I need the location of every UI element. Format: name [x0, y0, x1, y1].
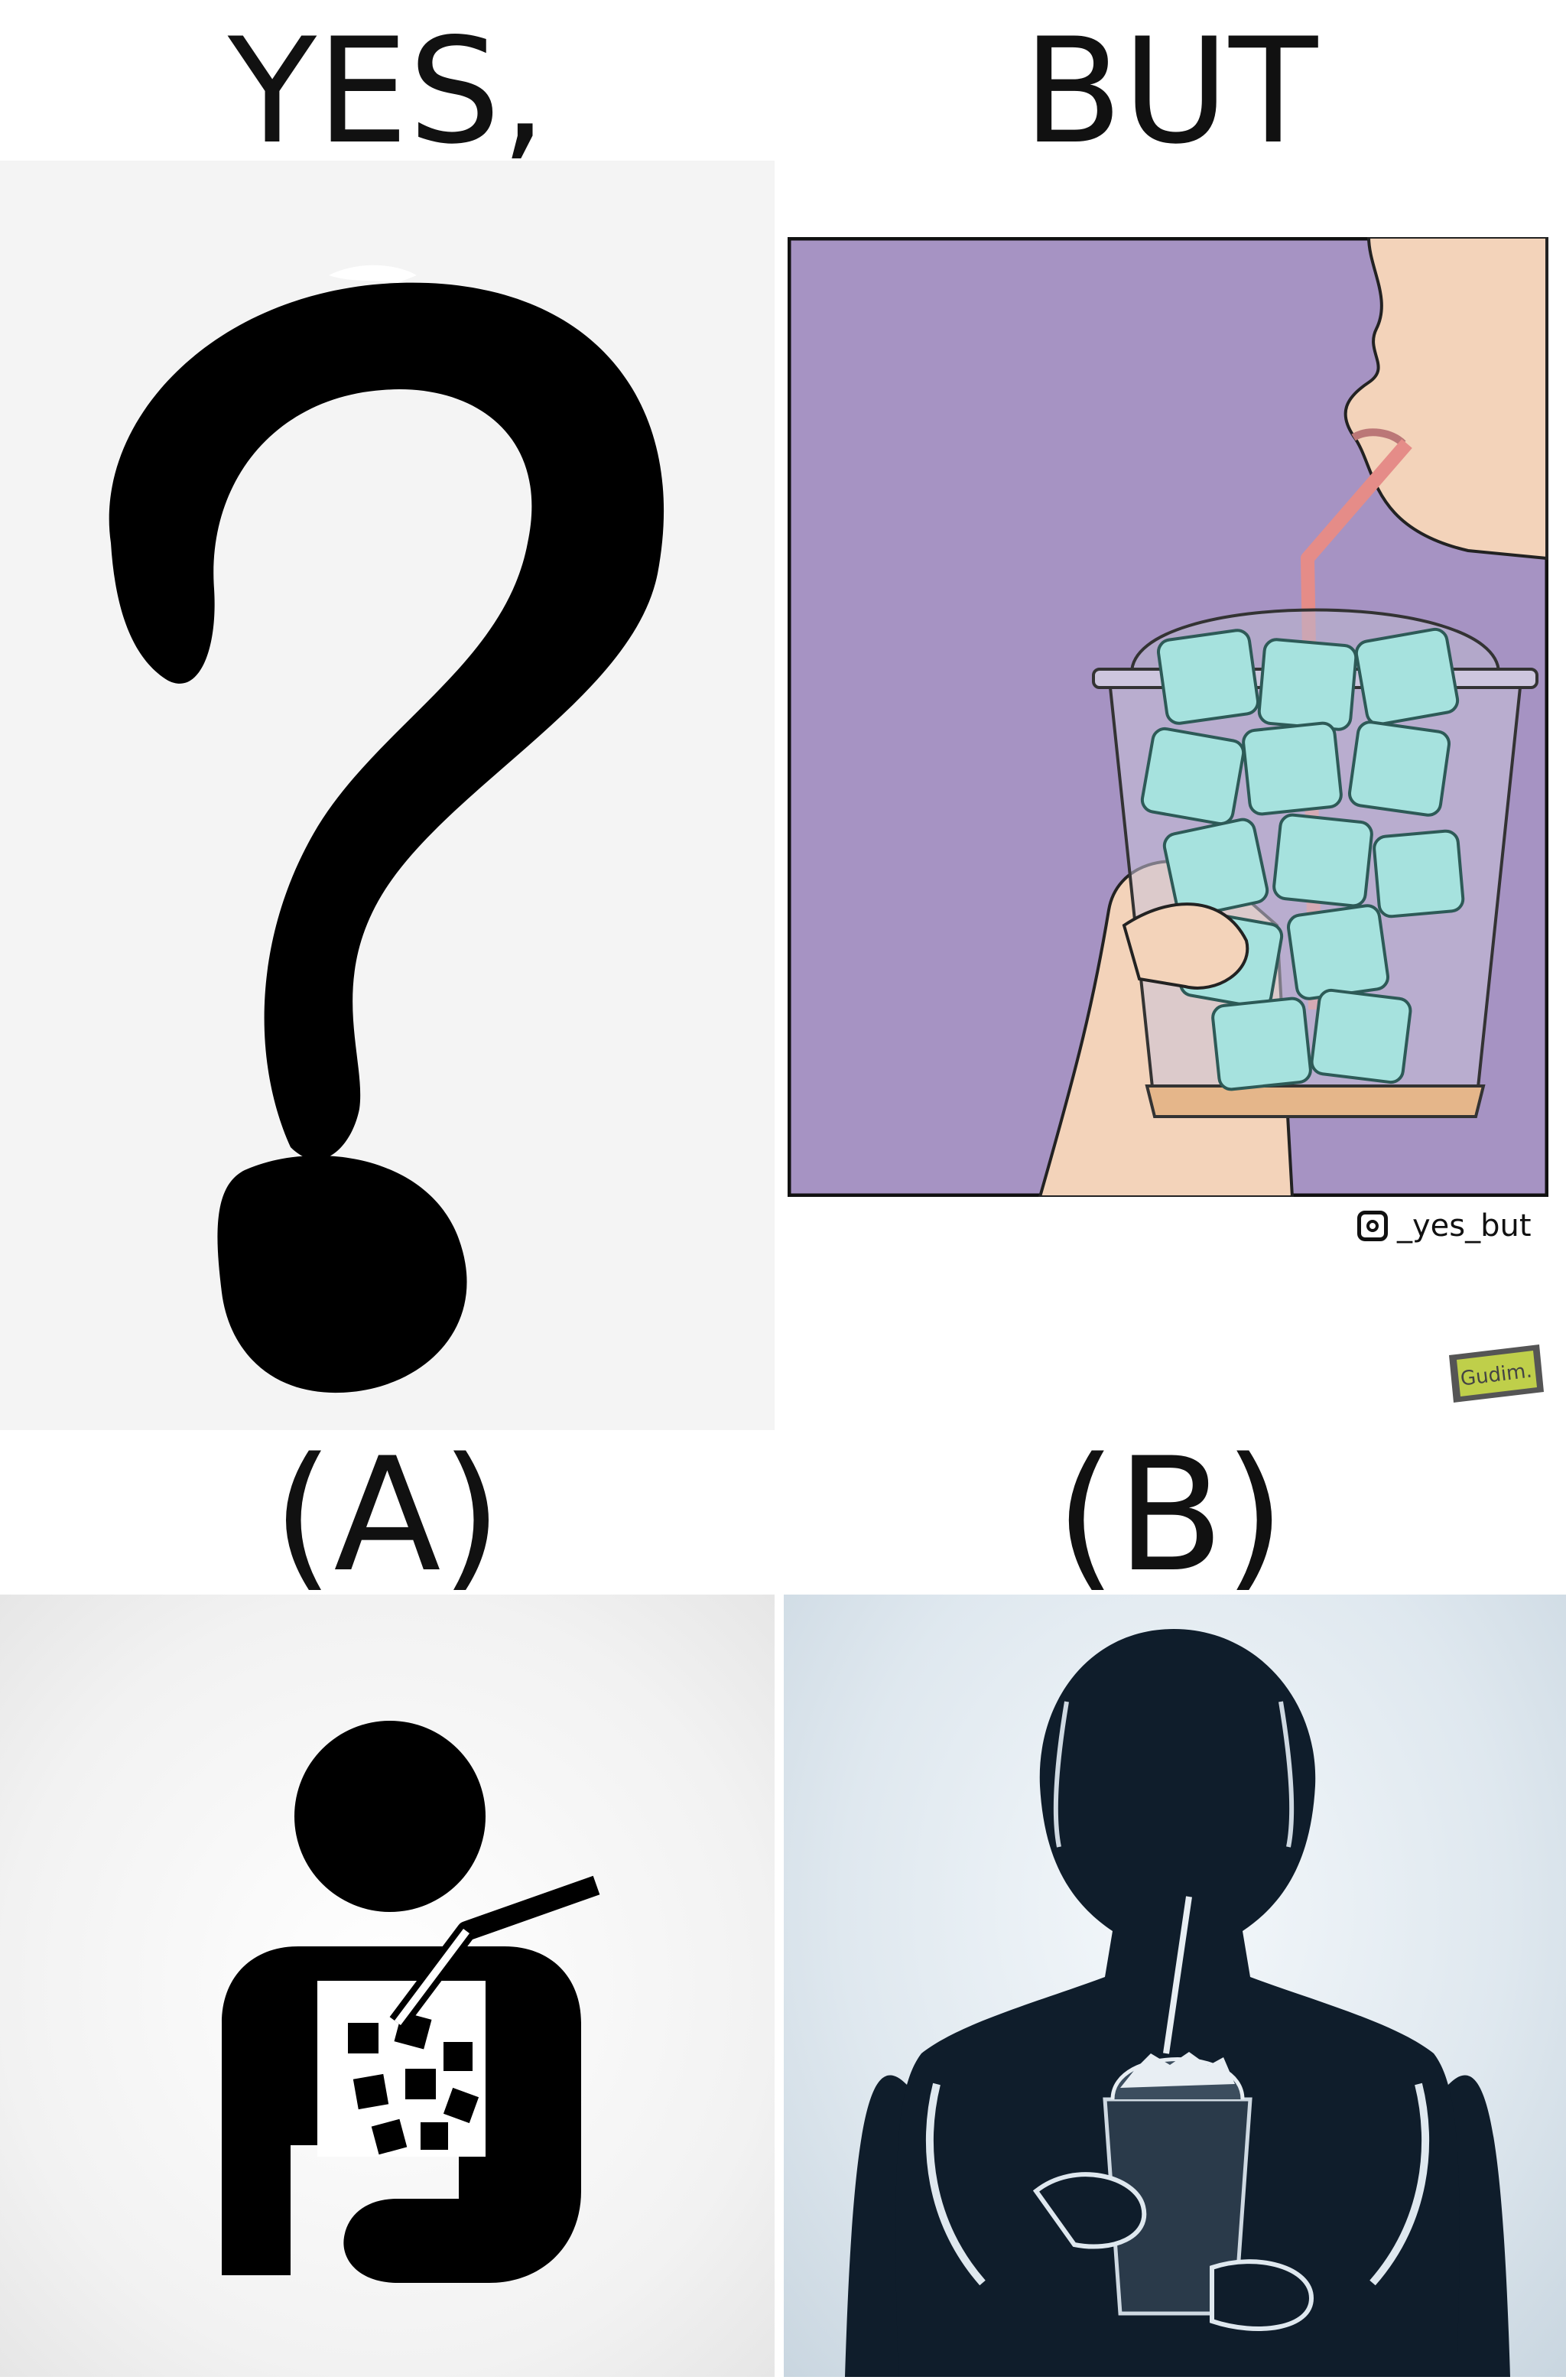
option-b-panel — [784, 1595, 1566, 2377]
comic-panel — [787, 236, 1549, 1198]
heading-but: BUT — [1022, 7, 1318, 176]
option-a-label: (A) — [272, 1425, 502, 1607]
instagram-credit: _yes_but — [1357, 1207, 1556, 1245]
gudim-logo: Gudim. — [1449, 1344, 1544, 1403]
heading-yes: YES, — [227, 7, 547, 176]
question-mark-icon — [109, 265, 664, 1393]
option-a-panel — [0, 1595, 775, 2377]
instagram-icon — [1357, 1211, 1388, 1241]
question-mark-panel — [0, 161, 775, 1430]
person-drinking-icon — [222, 1721, 600, 2283]
instagram-handle: _yes_but — [1397, 1208, 1532, 1244]
option-b-label: (B) — [1055, 1425, 1285, 1607]
iced-drink-illustration — [787, 236, 1549, 1198]
gudim-badge: Gudim. — [1441, 1338, 1548, 1411]
silhouette-drinking-illustration — [845, 1629, 1510, 2377]
